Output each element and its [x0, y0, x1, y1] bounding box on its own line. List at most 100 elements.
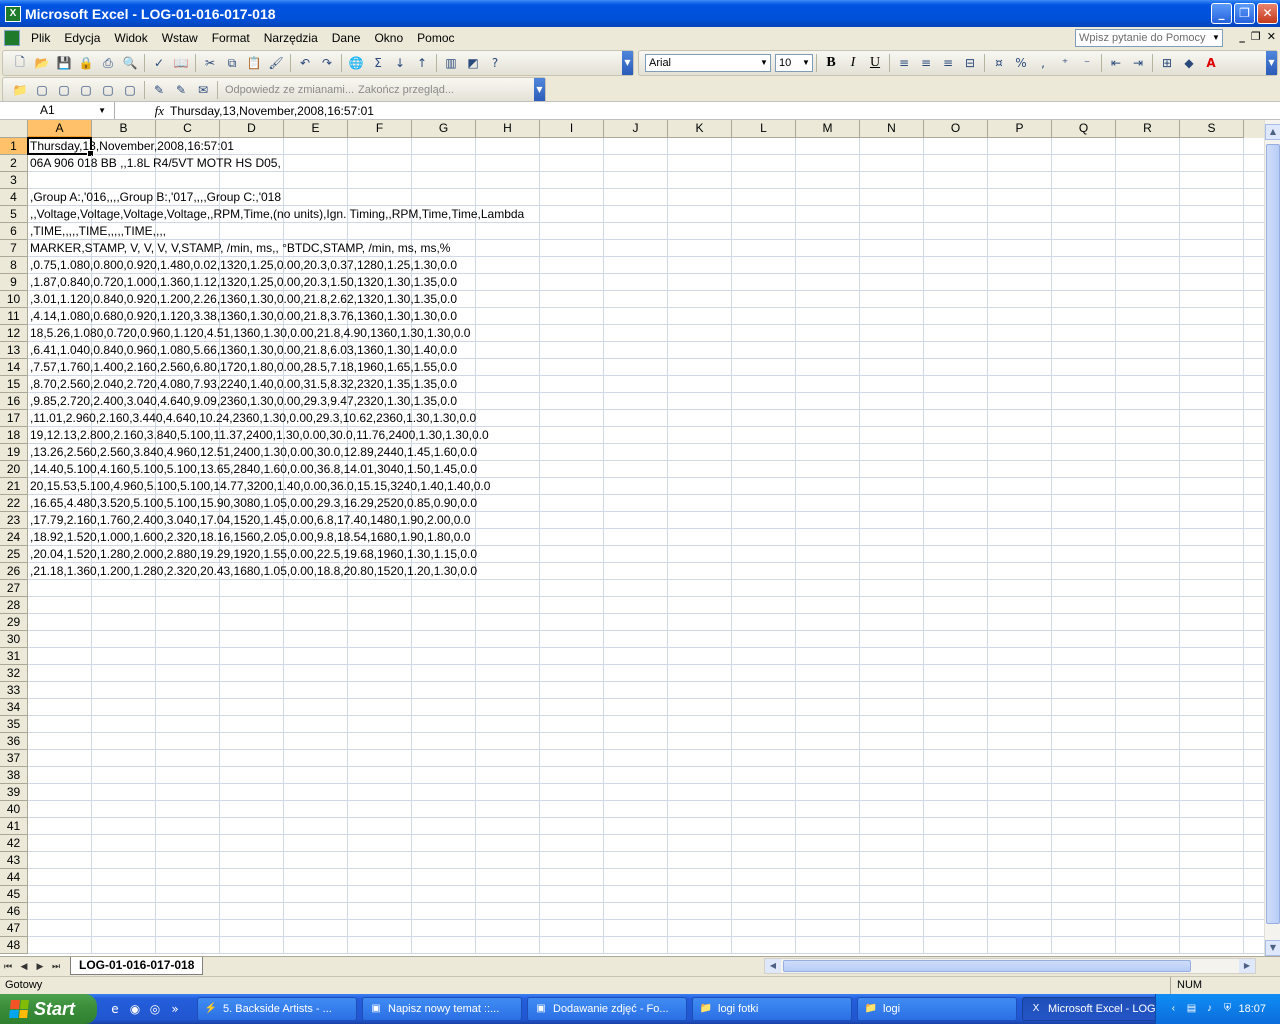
toolbar-options-icon[interactable]: ▼: [1266, 51, 1277, 75]
paste-icon[interactable]: 📋: [244, 53, 264, 73]
save-icon[interactable]: 💾: [54, 53, 74, 73]
cell-a[interactable]: ,6.41,1.040,0.840,0.960,1.080,5.66,1360,…: [30, 342, 457, 358]
row-cells[interactable]: [28, 631, 1264, 648]
bold-icon[interactable]: B: [821, 53, 841, 73]
chevron-down-icon[interactable]: ▼: [98, 102, 106, 119]
select-all-button[interactable]: [0, 120, 28, 138]
row-header[interactable]: 26: [0, 563, 28, 580]
toolbar-options-icon[interactable]: ▼: [534, 78, 545, 102]
row-header[interactable]: 28: [0, 597, 28, 614]
row-header[interactable]: 21: [0, 478, 28, 495]
row-cells[interactable]: ,4.14,1.080,0.680,0.920,1.120,3.38,1360,…: [28, 308, 1264, 325]
row-cells[interactable]: ,8.70,2.560,2.040,2.720,4.080,7.93,2240,…: [28, 376, 1264, 393]
open-icon[interactable]: 📂: [32, 53, 52, 73]
row-cells[interactable]: ,0.75,1.080,0.800,0.920,1.480,0.02,1320,…: [28, 257, 1264, 274]
taskbar-item-logi[interactable]: 📁 logi: [857, 997, 1017, 1021]
cell-a[interactable]: ,3.01,1.120,0.840,0.920,1.200,2.26,1360,…: [30, 291, 457, 307]
cell-a[interactable]: ,1.87,0.840,0.720,1.000,1.360,1.12,1320,…: [30, 274, 457, 290]
row-header[interactable]: 11: [0, 308, 28, 325]
row-cells[interactable]: [28, 886, 1264, 903]
row-header[interactable]: 42: [0, 835, 28, 852]
research-icon[interactable]: 📖: [171, 53, 191, 73]
row-cells[interactable]: [28, 699, 1264, 716]
row-header[interactable]: 8: [0, 257, 28, 274]
row-header[interactable]: 29: [0, 614, 28, 631]
cell-a[interactable]: ,Group A:,'016,,,,Group B:,'017,,,,Group…: [30, 189, 281, 205]
align-left-icon[interactable]: ≡: [894, 53, 914, 73]
mail-icon[interactable]: ✉: [193, 80, 213, 100]
cell-a[interactable]: 19,12.13,2.800,2.160,3.840,5.100,11.37,2…: [30, 427, 489, 443]
cell-a[interactable]: ,,Voltage,Voltage,Voltage,Voltage,,RPM,T…: [30, 206, 524, 222]
vertical-scroll-thumb[interactable]: [1266, 144, 1280, 924]
cell-a[interactable]: ,9.85,2.720,2.400,3.040,4.640,9.09,2360,…: [30, 393, 457, 409]
last-sheet-icon[interactable]: ⏭: [48, 962, 64, 972]
doc-close-button[interactable]: ✕: [1267, 30, 1276, 43]
cell-a[interactable]: MARKER,STAMP, V, V, V, V,STAMP, /min, ms…: [30, 240, 450, 256]
cell-a[interactable]: ,21.18,1.360,1.200,1.280,2.320,20.43,168…: [30, 563, 477, 579]
column-header-m[interactable]: M: [796, 120, 860, 138]
row-cells[interactable]: ,21.18,1.360,1.200,1.280,2.320,20.43,168…: [28, 563, 1264, 580]
row-cells[interactable]: ,3.01,1.120,0.840,0.920,1.200,2.26,1360,…: [28, 291, 1264, 308]
row-cells[interactable]: [28, 716, 1264, 733]
horizontal-scrollbar[interactable]: ◀ ▶: [764, 958, 1256, 974]
row-cells[interactable]: [28, 733, 1264, 750]
menu-okno[interactable]: Okno: [367, 31, 410, 45]
row-cells[interactable]: [28, 648, 1264, 665]
scroll-right-icon[interactable]: ▶: [1239, 959, 1255, 973]
track-changes-icon[interactable]: ✎: [171, 80, 191, 100]
row-header[interactable]: 40: [0, 801, 28, 818]
row-header[interactable]: 3: [0, 172, 28, 189]
column-header-b[interactable]: B: [92, 120, 156, 138]
menu-plik[interactable]: Plik: [24, 31, 57, 45]
name-box[interactable]: A1 ▼: [0, 102, 115, 119]
row-header[interactable]: 48: [0, 937, 28, 954]
row-cells[interactable]: ,7.57,1.760,1.400,2.160,2.560,6.80,1720,…: [28, 359, 1264, 376]
column-header-h[interactable]: H: [476, 120, 540, 138]
reply-with-changes-button[interactable]: Odpowiedz ze zmianami...: [225, 84, 354, 96]
row-header[interactable]: 6: [0, 223, 28, 240]
row-cells[interactable]: [28, 920, 1264, 937]
row-header[interactable]: 37: [0, 750, 28, 767]
arrow-left-icon[interactable]: ‹: [1166, 1002, 1180, 1016]
permission-icon[interactable]: 🔒: [76, 53, 96, 73]
font-color-icon[interactable]: A: [1201, 53, 1221, 73]
close-button[interactable]: ✕: [1257, 3, 1278, 24]
underline-icon[interactable]: U: [865, 53, 885, 73]
column-header-c[interactable]: C: [156, 120, 220, 138]
row-cells[interactable]: ,17.79,2.160,1.760,2.400,3.040,17.04,152…: [28, 512, 1264, 529]
column-header-g[interactable]: G: [412, 120, 476, 138]
decrease-decimal-icon[interactable]: ⁻: [1077, 53, 1097, 73]
row-cells[interactable]: 18,5.26,1.080,0.720,0.960,1.120,4.51,136…: [28, 325, 1264, 342]
column-header-o[interactable]: O: [924, 120, 988, 138]
cell-a[interactable]: ,20.04,1.520,1.280,2.000,2.880,19.29,192…: [30, 546, 477, 562]
row-header[interactable]: 19: [0, 444, 28, 461]
more-icon[interactable]: »: [167, 1001, 183, 1017]
row-header[interactable]: 43: [0, 852, 28, 869]
cell-a[interactable]: ,4.14,1.080,0.680,0.920,1.120,3.38,1360,…: [30, 308, 457, 324]
doc-restore-button[interactable]: ❐: [1251, 30, 1261, 43]
taskbar-item-napisz-nowy-temat[interactable]: ▣ Napisz nowy temat ::...: [362, 997, 522, 1021]
sort-descending-icon[interactable]: ↑: [412, 53, 432, 73]
row-cells[interactable]: MARKER,STAMP, V, V, V, V,STAMP, /min, ms…: [28, 240, 1264, 257]
chevron-down-icon[interactable]: ▼: [758, 55, 770, 71]
row-cells[interactable]: [28, 767, 1264, 784]
row-header[interactable]: 33: [0, 682, 28, 699]
font-name-select[interactable]: Arial ▼: [645, 54, 771, 72]
row-cells[interactable]: [28, 903, 1264, 920]
menu-narzedzia[interactable]: Narzędzia: [257, 31, 325, 45]
cell-a[interactable]: ,13.26,2.560,2.560,3.840,4.960,12.51,240…: [30, 444, 477, 460]
row-cells[interactable]: ,Group A:,'016,,,,Group B:,'017,,,,Group…: [28, 189, 1264, 206]
column-header-j[interactable]: J: [604, 120, 668, 138]
help-search-input[interactable]: Wpisz pytanie do Pomocy ▼: [1075, 29, 1223, 47]
row-header[interactable]: 12: [0, 325, 28, 342]
row-header[interactable]: 32: [0, 665, 28, 682]
volume-icon[interactable]: ♪: [1202, 1002, 1216, 1016]
column-header-i[interactable]: I: [540, 120, 604, 138]
row-cells[interactable]: [28, 801, 1264, 818]
row-header[interactable]: 18: [0, 427, 28, 444]
start-button[interactable]: Start: [0, 994, 97, 1024]
row-cells[interactable]: ,13.26,2.560,2.560,3.840,4.960,12.51,240…: [28, 444, 1264, 461]
column-header-d[interactable]: D: [220, 120, 284, 138]
row-cells[interactable]: [28, 665, 1264, 682]
row-header[interactable]: 14: [0, 359, 28, 376]
